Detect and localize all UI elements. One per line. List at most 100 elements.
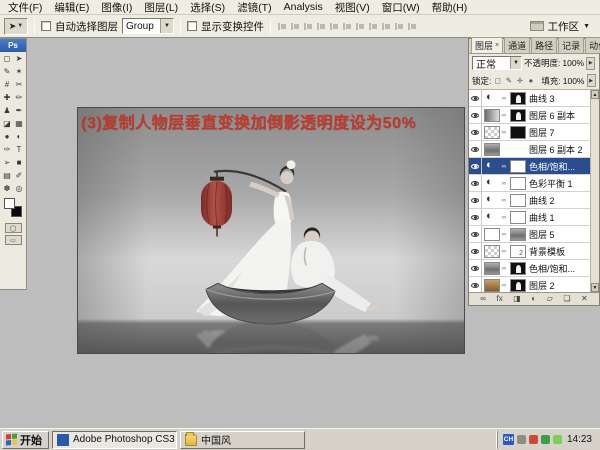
layer-row[interactable]: ∞ 色彩平衡 1: [469, 175, 599, 192]
visibility-toggle[interactable]: [469, 107, 482, 123]
layer-row[interactable]: ∞ 图层 7: [469, 124, 599, 141]
menu-item[interactable]: 编辑(E): [48, 0, 95, 16]
visibility-toggle[interactable]: [469, 226, 482, 242]
lock-position-icon[interactable]: ✛: [515, 76, 524, 85]
visibility-toggle[interactable]: [469, 277, 482, 292]
layer-row[interactable]: ∞ 图层 6 副本: [469, 107, 599, 124]
clone-stamp-tool[interactable]: ♟: [1, 104, 13, 117]
screen-mode-button[interactable]: ▭: [5, 235, 22, 245]
fill-value[interactable]: 100%: [563, 76, 585, 86]
lock-all-icon[interactable]: ●: [526, 76, 535, 85]
task-button[interactable]: Adobe Photoshop CS3 E...: [52, 431, 177, 449]
history-brush-tool[interactable]: ✒: [13, 104, 25, 117]
move-tool-preset-button[interactable]: ➤▼: [4, 18, 28, 35]
distribute-top-edges-icon[interactable]: [355, 21, 365, 31]
lock-transparent-pixels-icon[interactable]: ◻: [493, 76, 502, 85]
layer-row[interactable]: ∞ 图层 6 副本 2: [469, 141, 599, 158]
panel-tab[interactable]: 图层×: [471, 37, 503, 53]
scroll-up-icon[interactable]: ▲: [591, 90, 599, 99]
new-adjustment-layer-icon[interactable]: ◐: [531, 295, 536, 303]
layer-row[interactable]: ∞ 图层 5: [469, 226, 599, 243]
add-layer-mask-icon[interactable]: ◨: [513, 295, 521, 303]
visibility-toggle[interactable]: [469, 124, 482, 140]
crop-tool[interactable]: #: [1, 78, 13, 91]
dodge-tool[interactable]: ◐: [13, 130, 25, 143]
auto-select-layer-checkbox[interactable]: [41, 21, 51, 31]
menu-item[interactable]: 帮助(H): [426, 0, 474, 16]
taskbar-clock[interactable]: 14:23: [567, 434, 592, 445]
layer-row[interactable]: ∞ 曲线 1: [469, 209, 599, 226]
visibility-toggle[interactable]: [469, 90, 482, 106]
notes-tool[interactable]: ▤: [1, 169, 13, 182]
close-icon[interactable]: ×: [495, 42, 499, 49]
gradient-tool[interactable]: ▦: [13, 117, 25, 130]
layer-row[interactable]: ∞ 图层 2: [469, 277, 599, 292]
layer-row[interactable]: ∞ 背景模板: [469, 243, 599, 260]
menu-item[interactable]: 文件(F): [2, 0, 48, 16]
task-button[interactable]: 中国风: [180, 431, 305, 449]
foreground-color-swatch[interactable]: [4, 198, 15, 209]
visibility-toggle[interactable]: [469, 175, 482, 191]
distribute-bottom-edges-icon[interactable]: [381, 21, 391, 31]
panel-tab[interactable]: 动作×: [585, 37, 600, 53]
align-left-edges-icon[interactable]: [316, 21, 326, 31]
menu-item[interactable]: 窗口(W): [376, 0, 426, 16]
pen-tool[interactable]: ✑: [1, 143, 13, 156]
menu-item[interactable]: Analysis: [278, 0, 329, 14]
lasso-tool[interactable]: ✎: [1, 65, 13, 78]
visibility-toggle[interactable]: [469, 158, 482, 174]
opacity-slider-button[interactable]: ▶: [586, 57, 595, 70]
distribute-vertical-centers-icon[interactable]: [368, 21, 378, 31]
app-tray-icon[interactable]: [529, 435, 538, 444]
visibility-toggle[interactable]: [469, 243, 482, 259]
type-tool[interactable]: T: [13, 143, 25, 156]
hand-tool[interactable]: ✽: [1, 182, 13, 195]
visibility-toggle[interactable]: [469, 209, 482, 225]
layer-row[interactable]: ∞ 曲线 2: [469, 192, 599, 209]
align-right-edges-icon[interactable]: [342, 21, 352, 31]
align-horizontal-centers-icon[interactable]: [329, 21, 339, 31]
opacity-value[interactable]: 100%: [562, 58, 584, 68]
link-layers-icon[interactable]: ∞: [480, 295, 486, 303]
quick-mask-button[interactable]: ◯: [5, 223, 22, 233]
menu-item[interactable]: 视图(V): [329, 0, 376, 16]
messenger-tray-icon[interactable]: [553, 435, 562, 444]
layer-row[interactable]: ∞ 曲线 3: [469, 90, 599, 107]
brush-tool[interactable]: ✏: [13, 91, 25, 104]
blend-mode-dropdown[interactable]: 正常 ▼: [472, 56, 522, 70]
new-group-icon[interactable]: ▱: [547, 295, 553, 303]
lock-image-pixels-icon[interactable]: ✎: [504, 76, 513, 85]
rectangular-marquee-tool[interactable]: ◻: [1, 52, 13, 65]
layer-row[interactable]: ∞ 色相/饱和...: [469, 158, 599, 175]
eyedropper-tool[interactable]: ✐: [13, 169, 25, 182]
layer-row[interactable]: ∞ 色相/饱和...: [469, 260, 599, 277]
start-button[interactable]: 开始: [2, 431, 49, 449]
panel-tab[interactable]: 记录×: [558, 37, 584, 53]
eraser-tool[interactable]: ◪: [1, 117, 13, 130]
new-layer-icon[interactable]: ❏: [563, 295, 570, 303]
delete-layer-icon[interactable]: ✕: [581, 295, 588, 303]
align-top-edges-icon[interactable]: [277, 21, 287, 31]
visibility-toggle[interactable]: [469, 192, 482, 208]
layer-style-icon[interactable]: fx: [496, 295, 502, 303]
auto-align-layers-icon[interactable]: [407, 21, 417, 31]
path-selection-tool[interactable]: ➢: [1, 156, 13, 169]
fill-slider-button[interactable]: ▶: [587, 74, 596, 87]
align-vertical-centers-icon[interactable]: [290, 21, 300, 31]
move-tool[interactable]: ➤: [13, 52, 25, 65]
menu-item[interactable]: 图层(L): [138, 0, 184, 16]
auto-select-mode-dropdown[interactable]: Group ▼: [122, 18, 174, 34]
antivirus-tray-icon[interactable]: [541, 435, 550, 444]
distribute-left-edges-icon[interactable]: [394, 21, 404, 31]
menu-item[interactable]: 选择(S): [184, 0, 231, 16]
blur-tool[interactable]: ●: [1, 130, 13, 143]
layers-scrollbar[interactable]: ▲ ▼: [590, 90, 599, 292]
show-transform-controls-checkbox[interactable]: [187, 21, 197, 31]
panel-tab[interactable]: 路径×: [531, 37, 557, 53]
menu-item[interactable]: 滤镜(T): [231, 0, 277, 16]
align-bottom-edges-icon[interactable]: [303, 21, 313, 31]
printer-tray-icon[interactable]: [517, 435, 526, 444]
visibility-toggle[interactable]: [469, 141, 482, 157]
language-indicator-icon[interactable]: CH: [503, 434, 514, 445]
panel-tab[interactable]: 通道×: [504, 37, 530, 53]
